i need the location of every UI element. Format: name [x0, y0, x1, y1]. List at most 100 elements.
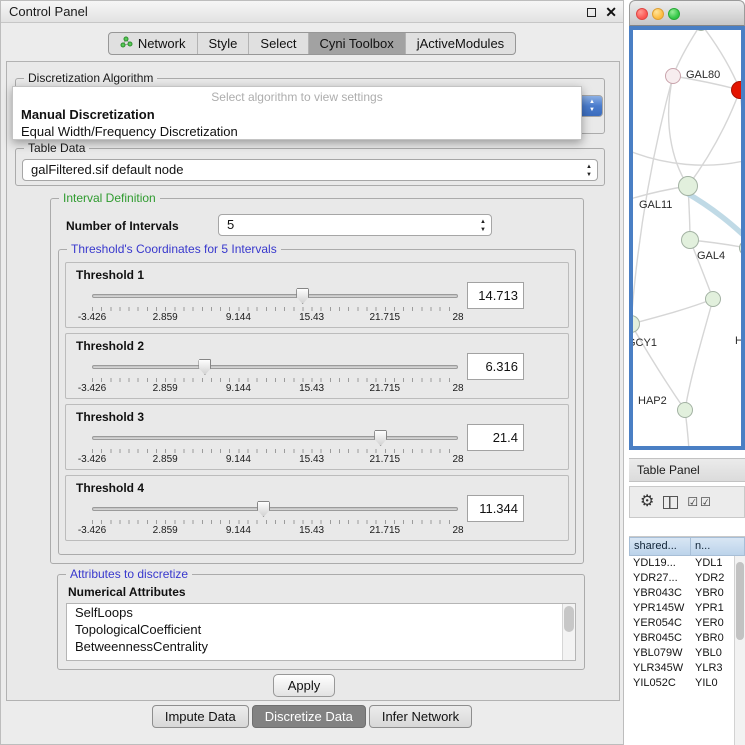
table-cell: YER054C [629, 616, 691, 631]
tab-network[interactable]: Network [109, 33, 197, 54]
thresholds-group-title: Threshold's Coordinates for 5 Intervals [67, 242, 281, 256]
tab-discretize-data[interactable]: Discretize Data [252, 705, 366, 728]
network-node[interactable] [665, 68, 681, 84]
tab-jactivemodules[interactable]: jActiveModules [405, 33, 515, 54]
slider-scale-label: 28 [452, 383, 463, 394]
node-table: shared... n... YDL19...YDL1YDR27...YDR2Y… [629, 536, 745, 745]
apply-button[interactable]: Apply [273, 674, 335, 697]
table-cell: YIL052C [629, 676, 691, 691]
slider-scale-label: 9.144 [226, 312, 251, 323]
network-icon [120, 36, 133, 51]
column-header-shared-name[interactable]: shared... [629, 537, 691, 556]
table-cell: YDL19... [629, 556, 691, 571]
select-checkboxes-icon[interactable]: ☑☑ [687, 495, 713, 509]
table-row[interactable]: YPR145WYPR1 [629, 601, 745, 616]
slider-track[interactable] [92, 436, 458, 440]
number-of-intervals-combobox[interactable]: 5 ▲▼ [218, 214, 492, 236]
threshold-1-slider[interactable]: -3.4262.8599.14415.4321.71528 [92, 287, 458, 325]
slider-scale-label: 21.715 [370, 525, 401, 536]
table-row[interactable]: YBR043CYBR0 [629, 586, 745, 601]
threshold-4-box: Threshold 4 -3.4262.8599.14415.4321.7152… [65, 475, 569, 541]
dropdown-prompt: Select algorithm to view settings [13, 87, 581, 106]
threshold-3-slider[interactable]: -3.4262.8599.14415.4321.71528 [92, 429, 458, 467]
slider-scale-label: 9.144 [226, 383, 251, 394]
tab-cyni-toolbox[interactable]: Cyni Toolbox [308, 33, 405, 54]
threshold-label: Threshold 3 [76, 410, 144, 424]
column-header-name[interactable]: n... [691, 537, 745, 556]
table-row[interactable]: YDL19...YDL1 [629, 556, 745, 571]
table-cell: YLR345W [629, 661, 691, 676]
slider-thumb[interactable] [296, 288, 309, 304]
table-data-combobox[interactable]: galFiltered.sif default node ▲▼ [22, 159, 598, 181]
table-header-row: shared... n... [629, 537, 745, 556]
slider-scale-label: 28 [452, 454, 463, 465]
close-icon[interactable]: ✕ [605, 5, 617, 19]
table-row[interactable]: YER054CYER0 [629, 616, 745, 631]
node-table-body: YDL19...YDL1YDR27...YDR2YBR043CYBR0YPR14… [629, 556, 745, 691]
slider-thumb[interactable] [374, 430, 387, 446]
slider-track[interactable] [92, 294, 458, 298]
attribute-list-item[interactable]: SelfLoops [67, 604, 575, 621]
float-window-icon[interactable] [587, 8, 596, 17]
arrow-up-icon: ▲ [480, 218, 486, 226]
table-data-group: Table Data galFiltered.sif default node … [15, 148, 605, 186]
slider-scale: -3.4262.8599.14415.4321.71528 [92, 525, 458, 537]
network-node[interactable] [705, 291, 721, 307]
slider-scale-label: 15.43 [299, 312, 324, 323]
slider-scale-label: 15.43 [299, 383, 324, 394]
slider-ticks [92, 378, 458, 382]
attributes-group: Attributes to discretize Numerical Attri… [57, 574, 585, 670]
interval-definition-title: Interval Definition [59, 191, 160, 205]
scrollbar-thumb[interactable] [736, 562, 744, 640]
tab-label: Select [260, 36, 296, 51]
slider-ticks [92, 449, 458, 453]
zoom-traffic-light-icon[interactable] [668, 8, 680, 20]
number-of-intervals-label: Number of Intervals [66, 219, 179, 233]
table-row[interactable]: YDR27...YDR2 [629, 571, 745, 586]
threshold-2-slider[interactable]: -3.4262.8599.14415.4321.71528 [92, 358, 458, 396]
slider-track[interactable] [92, 365, 458, 369]
table-panel-header[interactable]: Table Panel [629, 458, 745, 482]
table-scrollbar[interactable] [734, 556, 745, 745]
columns-icon[interactable] [663, 496, 678, 509]
tab-select[interactable]: Select [248, 33, 307, 54]
table-row[interactable]: YBR045CYBR0 [629, 631, 745, 646]
threshold-value-field[interactable] [467, 495, 524, 522]
arrow-up-icon: ▲ [586, 163, 592, 171]
threshold-value-field[interactable] [467, 282, 524, 309]
tab-label: Style [209, 36, 238, 51]
tab-impute-data[interactable]: Impute Data [152, 705, 249, 728]
table-row[interactable]: YBL079WYBL0 [629, 646, 745, 661]
slider-thumb[interactable] [257, 501, 270, 517]
tab-label: Cyni Toolbox [320, 36, 394, 51]
table-row[interactable]: YIL052CYIL0 [629, 676, 745, 691]
attribute-list-item[interactable]: BetweennessCentrality [67, 638, 575, 655]
algorithm-dropdown-popup: Select algorithm to view settings Manual… [12, 86, 582, 140]
table-row[interactable]: YLR345WYLR3 [629, 661, 745, 676]
close-traffic-light-icon[interactable] [636, 8, 648, 20]
threshold-3-box: Threshold 3 -3.4262.8599.14415.4321.7152… [65, 404, 569, 470]
threshold-value-field[interactable] [467, 353, 524, 380]
dropdown-option-manual-discretization[interactable]: Manual Discretization [13, 106, 581, 123]
algorithm-group-title: Discretization Algorithm [24, 71, 157, 85]
numerical-attributes-list[interactable]: SelfLoopsTopologicalCoefficientBetweenne… [66, 603, 576, 661]
network-node[interactable] [681, 231, 699, 249]
gear-icon[interactable]: ⚙ [640, 494, 654, 510]
minimize-traffic-light-icon[interactable] [652, 8, 664, 20]
tab-infer-network[interactable]: Infer Network [369, 705, 472, 728]
slider-track[interactable] [92, 507, 458, 511]
threshold-4-slider[interactable]: -3.4262.8599.14415.4321.71528 [92, 500, 458, 538]
scrollbar-thumb[interactable] [564, 606, 574, 632]
slider-thumb[interactable] [198, 359, 211, 375]
slider-scale-label: -3.426 [78, 383, 106, 394]
dropdown-option-equal-width-frequency[interactable]: Equal Width/Frequency Discretization [13, 123, 581, 140]
network-node-label: GAL4 [697, 250, 725, 262]
network-node[interactable] [677, 402, 693, 418]
tab-style[interactable]: Style [197, 33, 249, 54]
network-canvas[interactable]: GAL80GAL11GAL4GCY1HAP2H [633, 30, 741, 446]
slider-scale-label: 21.715 [370, 454, 401, 465]
network-node[interactable] [678, 176, 698, 196]
threshold-value-field[interactable] [467, 424, 524, 451]
list-scrollbar[interactable] [562, 604, 575, 660]
attribute-list-item[interactable]: TopologicalCoefficient [67, 621, 575, 638]
